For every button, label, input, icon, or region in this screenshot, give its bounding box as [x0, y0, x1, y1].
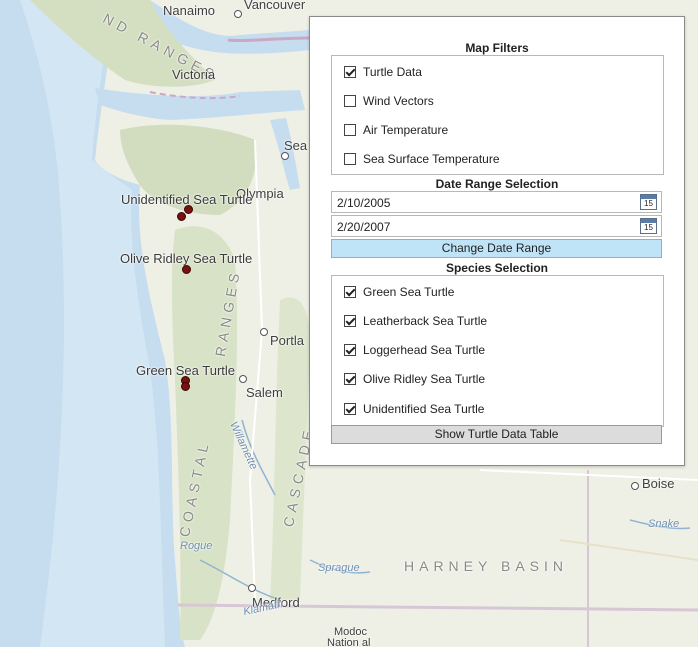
filter-sea-surface-temperature[interactable]: Sea Surface Temperature	[344, 150, 500, 168]
start-date-picker[interactable]: 2/10/2005 15	[331, 191, 662, 213]
species-loggerhead[interactable]: Loggerhead Sea Turtle	[344, 341, 485, 359]
calendar-icon[interactable]: 15	[640, 218, 657, 234]
end-date-value: 2/20/2007	[337, 220, 391, 234]
city-dot	[281, 152, 289, 160]
species-label: Green Sea Turtle	[363, 285, 455, 299]
show-turtle-data-table-button[interactable]: Show Turtle Data Table	[331, 425, 662, 444]
checkbox-checked[interactable]	[344, 403, 356, 415]
map-label-salem: Salem	[246, 385, 283, 400]
species-group: Green Sea Turtle Leatherback Sea Turtle …	[331, 275, 664, 427]
change-date-range-button[interactable]: Change Date Range	[331, 239, 662, 258]
species-selection-title: Species Selection	[445, 261, 549, 275]
map-label-snake: Snake	[648, 518, 680, 530]
turtle-marker[interactable]	[182, 265, 191, 274]
filter-label: Air Temperature	[363, 123, 449, 137]
map-filters-group: Turtle Data Wind Vectors Air Temperature…	[331, 55, 664, 175]
checkbox-checked[interactable]	[344, 344, 356, 356]
species-label: Loggerhead Sea Turtle	[363, 343, 486, 357]
species-green[interactable]: Green Sea Turtle	[344, 283, 454, 301]
city-dot	[260, 328, 268, 336]
checkbox-checked[interactable]	[344, 66, 356, 78]
turtle-marker[interactable]	[181, 382, 190, 391]
filter-label: Sea Surface Temperature	[363, 152, 500, 166]
map-label-vancouver: Vancouver	[244, 0, 306, 12]
start-date-value: 2/10/2005	[337, 196, 391, 210]
turtle-marker[interactable]	[177, 212, 186, 221]
checkbox-checked[interactable]	[344, 373, 356, 385]
map-label-victoria: Victoria	[172, 67, 216, 82]
filter-turtle-data[interactable]: Turtle Data	[344, 63, 422, 81]
map-label-sprague: Sprague	[318, 562, 360, 574]
map-label-boise: Boise	[642, 476, 675, 491]
filter-label: Wind Vectors	[363, 94, 434, 108]
filter-air-temperature[interactable]: Air Temperature	[344, 121, 448, 139]
map-label-nanaimo: Nanaimo	[163, 3, 216, 18]
map-filters-title: Map Filters	[465, 41, 529, 55]
species-unidentified[interactable]: Unidentified Sea Turtle	[344, 400, 484, 418]
checkbox-checked[interactable]	[344, 315, 356, 327]
species-olive-ridley[interactable]: Olive Ridley Sea Turtle	[344, 370, 485, 388]
checkbox-checked[interactable]	[344, 286, 356, 298]
date-range-title: Date Range Selection	[435, 177, 559, 191]
city-dot	[234, 10, 242, 18]
map-label-seattle: Sea	[284, 138, 308, 153]
species-label: Unidentified Sea Turtle	[363, 402, 485, 416]
map-label-portland: Portla	[270, 333, 304, 348]
map-label-rogue: Rogue	[180, 540, 213, 552]
species-label: Leatherback Sea Turtle	[363, 314, 488, 328]
city-dot	[248, 584, 256, 592]
filter-label: Turtle Data	[363, 65, 422, 79]
filter-wind-vectors[interactable]: Wind Vectors	[344, 92, 434, 110]
turtle-marker[interactable]	[184, 205, 193, 214]
city-dot	[631, 482, 639, 490]
end-date-picker[interactable]: 2/20/2007 15	[331, 215, 662, 237]
checkbox-unchecked[interactable]	[344, 153, 356, 165]
map-label-harney-basin: HARNEY BASIN	[404, 558, 568, 574]
calendar-icon[interactable]: 15	[640, 194, 657, 210]
checkbox-unchecked[interactable]	[344, 95, 356, 107]
turtle-label-olive-ridley: Olive Ridley Sea Turtle	[120, 251, 253, 266]
species-label: Olive Ridley Sea Turtle	[363, 372, 486, 386]
city-dot	[239, 375, 247, 383]
checkbox-unchecked[interactable]	[344, 124, 356, 136]
map-filters-panel: Map Filters Turtle Data Wind Vectors Air…	[309, 16, 685, 466]
species-leatherback[interactable]: Leatherback Sea Turtle	[344, 312, 487, 330]
map-label-national: Nation al	[327, 637, 371, 647]
